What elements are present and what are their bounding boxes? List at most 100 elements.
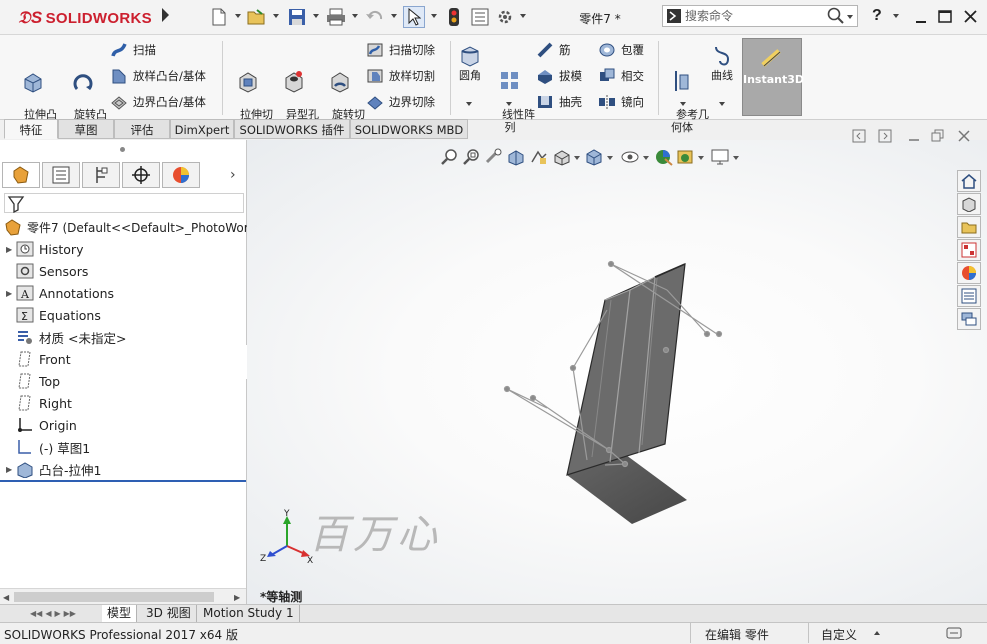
solidworks-logo[interactable]: 𝔇S SOLIDWORKS <box>18 8 152 28</box>
expand-arrow-icon[interactable]: ▶ <box>6 245 16 254</box>
horizontal-scrollbar[interactable]: ◀ ▶ <box>0 588 246 605</box>
draft-button[interactable]: 拔模 <box>536 65 582 87</box>
fillet-dropdown-icon[interactable] <box>466 102 472 106</box>
tab-model[interactable]: 模型 <box>102 605 138 622</box>
intersect-button[interactable]: 相交 <box>598 65 644 87</box>
tab-motion-study-1[interactable]: Motion Study 1 <box>198 605 300 622</box>
sweep-button[interactable]: 扫描 <box>110 39 156 61</box>
rebuild-status-icon[interactable] <box>946 625 964 644</box>
tab-solidworks-addins[interactable]: SOLIDWORKS 插件 <box>234 119 350 139</box>
save-icon[interactable] <box>286 6 308 28</box>
lofted-cut-button[interactable]: 放样切割 <box>366 65 435 87</box>
rebuild-traffic-light-icon[interactable] <box>443 6 465 28</box>
graphics-area[interactable]: 百万心 Y X Z <box>247 129 987 604</box>
search-input[interactable] <box>685 7 815 25</box>
search-dropdown-icon[interactable] <box>847 15 853 19</box>
menu-expand-arrow-icon[interactable] <box>162 8 169 22</box>
appearances-icon[interactable] <box>957 262 981 284</box>
next-tab-icon[interactable]: ▶ <box>54 609 60 618</box>
solidworks-resources-home-icon[interactable] <box>957 170 981 192</box>
mirror-button[interactable]: 镜向 <box>598 91 644 113</box>
search-icon[interactable] <box>827 7 845 28</box>
prev-tab-icon[interactable]: ◀ <box>45 609 51 618</box>
wrap-button[interactable]: 包覆 <box>598 39 644 61</box>
tree-rollback-bar[interactable] <box>0 480 246 482</box>
select-arrow-icon[interactable] <box>403 6 425 28</box>
loft-boss-button[interactable]: 放样凸台/基体 <box>110 65 206 87</box>
tree-item-boss-extrude1[interactable]: ▶ 凸台-拉伸1 <box>0 458 246 480</box>
view-palette-icon[interactable] <box>957 239 981 261</box>
curves-button[interactable]: 曲线 <box>704 43 740 82</box>
save-dropdown-icon[interactable] <box>313 14 319 18</box>
tabs-more-chevron-icon[interactable]: › <box>230 167 236 183</box>
undo-icon[interactable] <box>364 6 386 28</box>
file-explorer-icon[interactable] <box>957 216 981 238</box>
undo-dropdown-icon[interactable] <box>391 14 397 18</box>
curves-dropdown-icon[interactable] <box>719 102 725 106</box>
tree-filter-bar[interactable] <box>4 193 244 213</box>
filter-funnel-icon[interactable] <box>7 195 25 213</box>
new-dropdown-icon[interactable] <box>235 14 241 18</box>
tree-item-equations[interactable]: Σ Equations <box>0 304 246 326</box>
tree-item-annotations[interactable]: ▶ A Annotations <box>0 282 246 304</box>
swept-cut-button[interactable]: 扫描切除 <box>366 39 435 61</box>
reference-geometry-button[interactable]: 参考几 何体 <box>662 43 709 134</box>
new-document-icon[interactable] <box>208 6 230 28</box>
search-box[interactable] <box>662 5 858 27</box>
tab-dimxpert[interactable]: DimXpert <box>170 119 234 139</box>
open-folder-icon[interactable] <box>246 6 268 28</box>
scroll-right-icon[interactable]: ▶ <box>234 593 240 602</box>
tab-configuration-manager[interactable] <box>82 162 120 188</box>
status-units[interactable]: 自定义 <box>821 626 857 643</box>
panel-grip-handle[interactable] <box>120 147 125 152</box>
tab-solidworks-mbd[interactable]: SOLIDWORKS MBD <box>350 119 468 139</box>
tree-item-right-plane[interactable]: Right <box>0 392 246 414</box>
custom-properties-icon[interactable] <box>957 285 981 307</box>
fillet-button[interactable]: 圆角 <box>454 43 486 82</box>
options-dropdown-icon[interactable] <box>520 14 526 18</box>
tree-item-sketch1[interactable]: (-) 草图1 <box>0 436 246 458</box>
scrollbar-thumb[interactable] <box>14 592 214 602</box>
rib-button[interactable]: 筋 <box>536 39 571 61</box>
tab-feature-manager[interactable] <box>2 162 40 188</box>
help-dropdown-icon[interactable] <box>893 14 899 18</box>
help-button[interactable]: ? <box>872 7 882 25</box>
tab-3d-view[interactable]: 3D 视图 <box>141 605 197 622</box>
print-dropdown-icon[interactable] <box>352 14 358 18</box>
tree-item-material[interactable]: 材质 <未指定> <box>0 326 246 348</box>
tab-features[interactable]: 特征 <box>4 119 58 139</box>
file-properties-icon[interactable] <box>469 6 491 28</box>
open-dropdown-icon[interactable] <box>273 14 279 18</box>
boundary-boss-button[interactable]: 边界凸台/基体 <box>110 91 206 113</box>
linear-pattern-button[interactable]: 线性阵 列 <box>488 43 535 134</box>
tab-evaluate[interactable]: 评估 <box>114 119 170 139</box>
maximize-icon[interactable] <box>936 8 954 26</box>
units-menu-arrow-icon[interactable] <box>874 631 880 635</box>
reference-geometry-dropdown-icon[interactable] <box>680 102 686 106</box>
select-dropdown-icon[interactable] <box>431 14 437 18</box>
scroll-left-icon[interactable]: ◀ <box>3 593 9 602</box>
forum-chat-icon[interactable] <box>957 308 981 330</box>
tree-item-sensors[interactable]: Sensors <box>0 260 246 282</box>
boundary-cut-button[interactable]: 边界切除 <box>366 91 435 113</box>
design-library-icon[interactable] <box>957 193 981 215</box>
tree-root-part[interactable]: 零件7 (Default<<Default>_PhotoWorl <box>0 216 252 238</box>
tree-item-origin[interactable]: Origin <box>0 414 246 436</box>
expand-arrow-icon[interactable]: ▶ <box>6 465 16 474</box>
options-gear-icon[interactable] <box>494 6 516 28</box>
tree-item-front-plane[interactable]: Front <box>0 348 246 370</box>
close-window-icon[interactable] <box>962 8 980 26</box>
tab-dimxpert-manager[interactable] <box>122 162 160 188</box>
first-tab-icon[interactable]: ◀◀ <box>30 609 42 618</box>
tab-display-manager[interactable] <box>162 162 200 188</box>
tree-item-top-plane[interactable]: Top <box>0 370 246 392</box>
shell-button[interactable]: 抽壳 <box>536 91 582 113</box>
tab-property-manager[interactable] <box>42 162 80 188</box>
expand-arrow-icon[interactable]: ▶ <box>6 289 16 298</box>
last-tab-icon[interactable]: ▶▶ <box>64 609 76 618</box>
print-icon[interactable] <box>325 6 347 28</box>
tree-item-history[interactable]: ▶ History <box>0 238 246 260</box>
minimize-icon[interactable] <box>912 8 930 26</box>
instant3d-toggle-button[interactable]: Instant3D <box>742 38 804 116</box>
pattern-dropdown-icon[interactable] <box>506 102 512 106</box>
